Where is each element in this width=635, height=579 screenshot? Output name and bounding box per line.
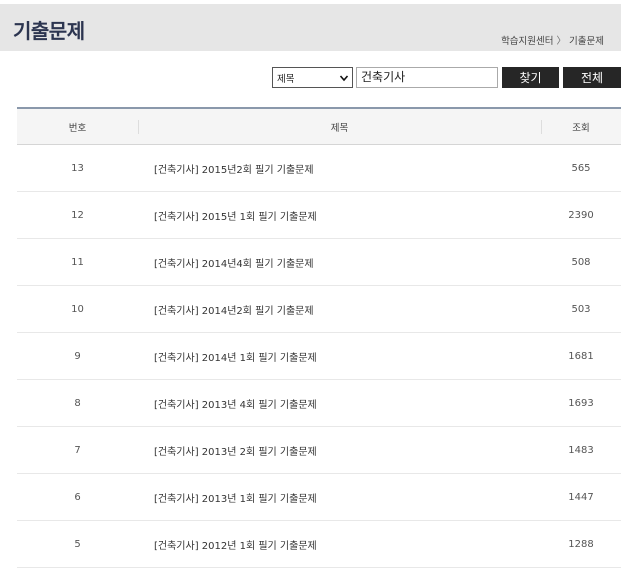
row-views: 508 — [571, 256, 591, 268]
table-row[interactable]: 13 [건축기사] 2015년2회 필기 기출문제 565 — [17, 145, 621, 192]
table-row[interactable]: 8 [건축기사] 2013년 4회 필기 기출문제 1693 — [17, 380, 621, 427]
row-views: 1483 — [568, 444, 594, 456]
column-header-title-label: 제목 — [330, 122, 349, 134]
chevron-down-icon — [339, 74, 349, 81]
table-row[interactable]: 12 [건축기사] 2015년 1회 필기 기출문제 2390 — [17, 192, 621, 239]
column-divider — [138, 119, 139, 134]
row-title-link[interactable]: [건축기사] 2013년 4회 필기 기출문제 — [138, 396, 541, 411]
row-title-link[interactable]: [건축기사] 2014년 1회 필기 기출문제 — [138, 349, 541, 364]
row-title-link[interactable]: [건축기사] 2014년2회 필기 기출문제 — [138, 302, 541, 317]
row-views: 1447 — [568, 491, 594, 503]
column-header-views: 조회 — [541, 119, 621, 134]
row-title-link[interactable]: [건축기사] 2013년 1회 필기 기출문제 — [138, 490, 541, 505]
search-field-select[interactable]: 제목 — [272, 67, 353, 88]
row-number: 13 — [71, 162, 84, 174]
show-all-button[interactable]: 전체 — [563, 67, 621, 88]
board-table: 번호 제목 조회 13 [건축기사] 2015년2회 필기 기출문제 565 1… — [17, 107, 621, 568]
row-title-link[interactable]: [건축기사] 2015년 1회 필기 기출문제 — [138, 208, 541, 223]
table-row[interactable]: 11 [건축기사] 2014년4회 필기 기출문제 508 — [17, 239, 621, 286]
column-divider — [541, 119, 542, 134]
row-views: 2390 — [568, 209, 594, 221]
row-title-link[interactable]: [건축기사] 2015년2회 필기 기출문제 — [138, 161, 541, 176]
page-title: 기출문제 — [13, 19, 85, 43]
table-row[interactable]: 10 [건축기사] 2014년2회 필기 기출문제 503 — [17, 286, 621, 333]
search-button[interactable]: 찾기 — [502, 67, 559, 88]
row-number: 9 — [74, 350, 81, 362]
row-title-link[interactable]: [건축기사] 2014년4회 필기 기출문제 — [138, 255, 541, 270]
table-row[interactable]: 7 [건축기사] 2013년 2회 필기 기출문제 1483 — [17, 427, 621, 474]
breadcrumb-item-current[interactable]: 기출문제 — [569, 36, 604, 47]
breadcrumb: 학습지원센터 〉 기출문제 — [501, 33, 604, 47]
column-header-views-label: 조회 — [572, 122, 590, 134]
row-title-link[interactable]: [건축기사] 2013년 2회 필기 기출문제 — [138, 443, 541, 458]
row-number: 12 — [71, 209, 84, 221]
row-number: 5 — [74, 538, 81, 550]
search-input[interactable]: 건축기사 — [356, 67, 498, 88]
column-header-number: 번호 — [68, 122, 87, 134]
table-row[interactable]: 9 [건축기사] 2014년 1회 필기 기출문제 1681 — [17, 333, 621, 380]
table-header: 번호 제목 조회 — [17, 107, 621, 145]
column-header-title: 제목 — [138, 119, 541, 134]
row-views: 1681 — [568, 350, 594, 362]
row-views: 1288 — [568, 538, 594, 550]
row-views: 503 — [571, 303, 591, 315]
row-views: 565 — [571, 162, 591, 174]
row-number: 7 — [74, 444, 81, 456]
row-number: 6 — [74, 491, 81, 503]
search-field-selected: 제목 — [277, 73, 295, 85]
table-row[interactable]: 5 [건축기사] 2012년 1회 필기 기출문제 1288 — [17, 521, 621, 568]
row-number: 10 — [71, 303, 84, 315]
search-bar: 제목 건축기사 찾기 전체 — [272, 67, 621, 88]
row-title-link[interactable]: [건축기사] 2012년 1회 필기 기출문제 — [138, 537, 541, 552]
breadcrumb-separator: 〉 — [556, 36, 567, 47]
page-header: 기출문제 학습지원센터 〉 기출문제 — [0, 4, 621, 51]
row-number: 11 — [71, 256, 84, 268]
breadcrumb-item-center[interactable]: 학습지원센터 — [501, 36, 553, 47]
table-row[interactable]: 6 [건축기사] 2013년 1회 필기 기출문제 1447 — [17, 474, 621, 521]
row-number: 8 — [74, 397, 81, 409]
row-views: 1693 — [568, 397, 594, 409]
